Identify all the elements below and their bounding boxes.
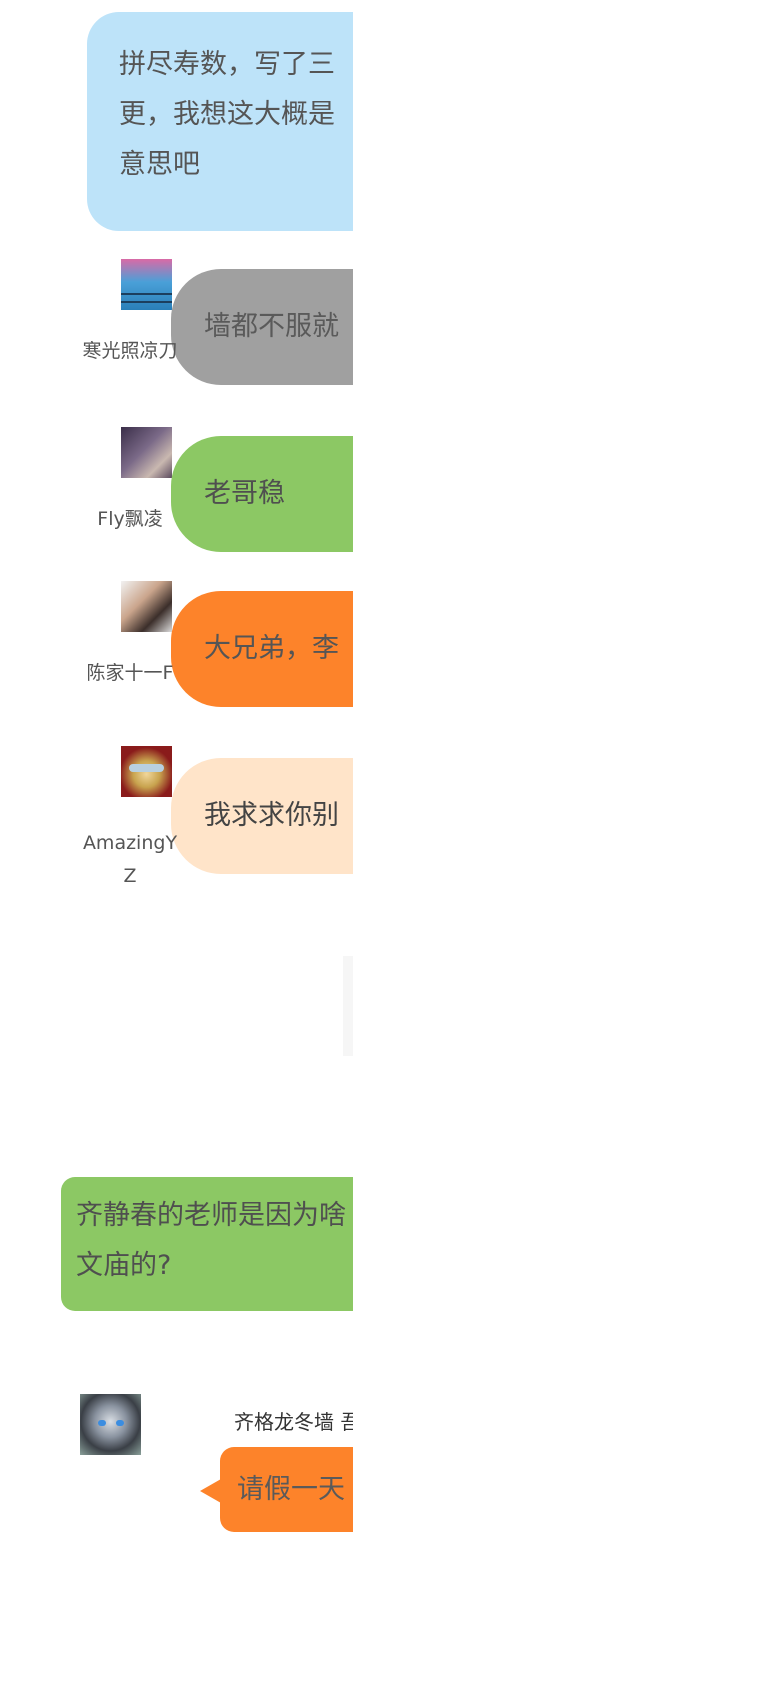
avatar-hanguang[interactable] — [121, 259, 172, 310]
reply-bubble[interactable]: 请假一天 — [220, 1447, 353, 1532]
comment-bubble-2[interactable]: 老哥稳 — [171, 436, 353, 552]
message-line: 拼尽寿数，写了三 — [119, 49, 335, 80]
avatar-chenjia[interactable] — [121, 581, 172, 632]
avatar-detail — [116, 1420, 124, 1426]
message-line: 文庙的? — [76, 1250, 172, 1281]
username-2[interactable]: Fly飘凌 — [82, 503, 178, 536]
avatar-detail — [121, 301, 172, 303]
avatar-detail — [121, 293, 172, 295]
reply-author[interactable]: 齐格龙冬墙 吾 — [234, 1406, 353, 1435]
username-4[interactable]: AmazingYZ — [82, 827, 178, 893]
comment-bubble-1[interactable]: 墙都不服就 — [171, 269, 353, 385]
comment-bubble-3[interactable]: 大兄弟，李 — [171, 591, 353, 707]
message-line: 齐静春的老师是因为啥 — [76, 1200, 346, 1231]
comment-bubble-4[interactable]: 我求求你别 — [171, 758, 353, 874]
avatar-detail — [98, 1420, 106, 1426]
message-bubble-top[interactable]: 拼尽寿数，写了三 更，我想这大概是 意思吧 — [87, 12, 353, 231]
message-line: 更，我想这大概是 — [119, 99, 335, 130]
avatar-detail — [129, 764, 164, 772]
username-1[interactable]: 寒光照凉刀 — [82, 335, 178, 368]
message-line: 意思吧 — [119, 149, 200, 180]
question-bubble[interactable]: 齐静春的老师是因为啥 文庙的? — [61, 1177, 353, 1311]
avatar-amazingyz[interactable] — [121, 746, 172, 797]
content-card — [343, 956, 353, 1056]
chat-viewport: 拼尽寿数，写了三 更，我想这大概是 意思吧 墙都不服就 寒光照凉刀 老哥稳 Fl… — [0, 0, 353, 1688]
username-3[interactable]: 陈家十一F — [82, 657, 178, 690]
cat-avatar[interactable] — [80, 1394, 141, 1455]
reply-bubble-tail — [200, 1479, 221, 1503]
avatar-flypiaoling[interactable] — [121, 427, 172, 478]
